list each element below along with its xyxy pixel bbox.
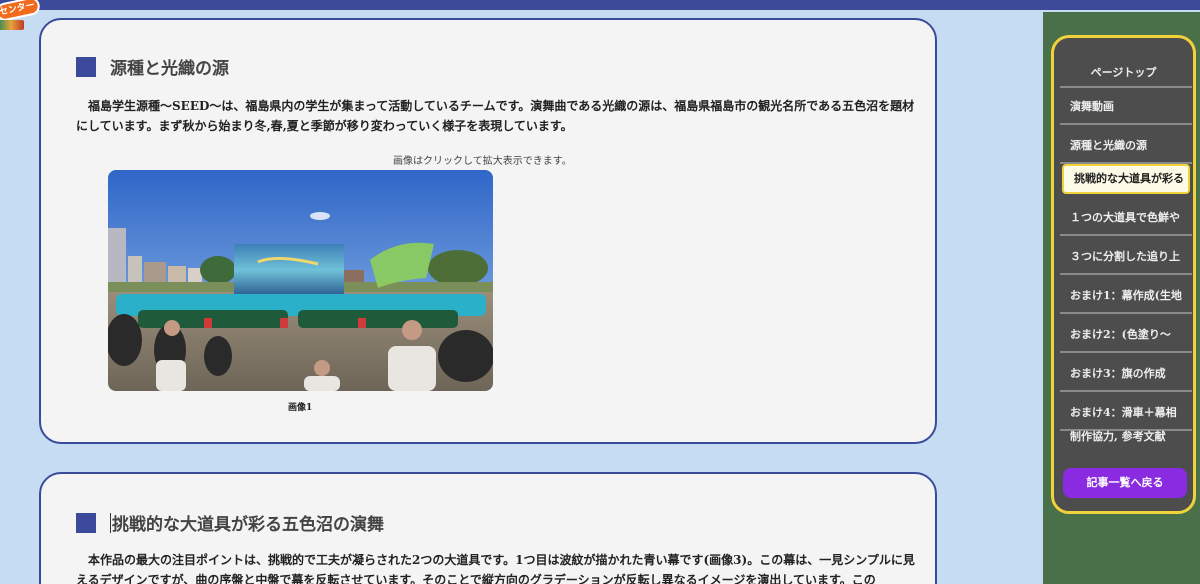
- section-paragraph: 福島学生源種〜SEED〜は、福島県内の学生が集まって活動しているチームです。演舞…: [76, 99, 915, 133]
- section-card-origin: 源種と光織の源 福島学生源種〜SEED〜は、福島県内の学生が集まって活動している…: [39, 18, 937, 444]
- section-paragraph: 本作品の最大の注目ポイントは、挑戦的で工夫が凝らされた2つの大道具です。1つ目は…: [76, 553, 915, 584]
- toc-item-extra-1[interactable]: おまけ1：幕作成(生地: [1060, 277, 1192, 314]
- dance-photo-graphic: [108, 170, 493, 391]
- toc-item-extra-2[interactable]: おまけ2：(色塗り〜: [1060, 316, 1192, 353]
- toc-item-extra-3[interactable]: おまけ3：旗の作成: [1060, 355, 1192, 392]
- section-title-text: 挑戦的な大道具が彩る五色沼の演舞: [112, 515, 384, 535]
- back-to-articles-button[interactable]: 記事一覧へ戻る: [1063, 468, 1187, 498]
- toc-item-props-active[interactable]: 挑戦的な大道具が彩る: [1062, 164, 1190, 194]
- section-card-props: 挑戦的な大道具が彩る五色沼の演舞 本作品の最大の注目ポイントは、挑戦的で工夫が凝…: [39, 472, 937, 584]
- image-click-note: 画像はクリックして拡大表示できます。: [393, 156, 572, 167]
- toc-item-three-split[interactable]: ３つに分割した追り上: [1060, 238, 1192, 275]
- text-cursor: [110, 512, 111, 533]
- table-of-contents: ページトップ 演舞動画 源種と光織の源 挑戦的な大道具が彩る １つの大道具で色鮮…: [1051, 35, 1196, 514]
- image-caption: 画像1: [288, 403, 313, 413]
- logo-graphic: [0, 20, 24, 30]
- section-heading: 源種と光織の源: [76, 54, 229, 79]
- heading-square-icon: [76, 512, 96, 533]
- toc-item-one-prop[interactable]: １つの大道具で色鮮や: [1060, 199, 1192, 236]
- section-title-text: 源種と光織の源: [110, 59, 229, 79]
- top-bar: [0, 0, 1200, 10]
- heading-square-icon: [76, 56, 96, 77]
- toc-page-top-link[interactable]: ページトップ: [1054, 64, 1193, 80]
- site-logo[interactable]: センター: [0, 0, 42, 34]
- section-heading: 挑戦的な大道具が彩る五色沼の演舞: [76, 510, 384, 535]
- toc-item-credits[interactable]: 制作協力, 参考文献: [1060, 418, 1192, 455]
- dance-photo[interactable]: [108, 170, 493, 391]
- toc-item-video[interactable]: 演舞動画: [1060, 88, 1192, 125]
- toc-item-origin[interactable]: 源種と光織の源: [1060, 127, 1192, 164]
